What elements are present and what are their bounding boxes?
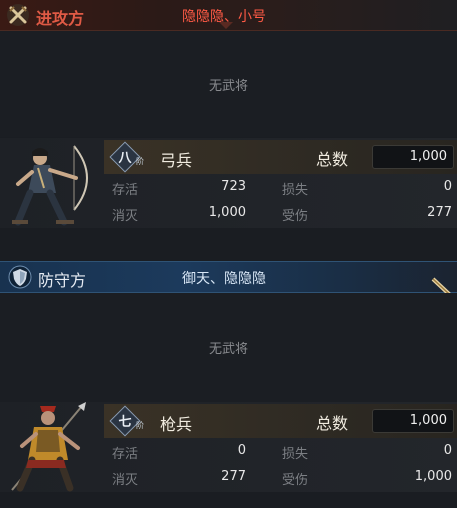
stat-value-lost: 0 (443, 443, 452, 458)
rank-badge: 八 阶 (109, 141, 146, 173)
defend-banner: 防守方 御天、隐隐隐 (0, 261, 457, 293)
rank-suffix: 阶 (136, 157, 144, 166)
stat-label-survived: 存活 (112, 183, 139, 198)
stat-label-lost: 损失 (282, 447, 309, 462)
unit-type: 枪兵 (160, 415, 193, 434)
stat-value-wounded: 277 (427, 205, 452, 220)
unit-type: 弓兵 (160, 151, 193, 170)
defend-unit-header: 七 阶 枪兵 总数 1,000 (104, 404, 457, 438)
stat-label-survived: 存活 (112, 447, 139, 462)
defend-side-label: 防守方 (38, 271, 87, 290)
total-label: 总数 (316, 414, 349, 433)
attack-unit-panel: 八 阶 弓兵 总数 1,000 存活 723 损失 0 消灭 1,000 受伤 … (0, 138, 457, 228)
total-value: 1,000 (409, 149, 447, 164)
stat-value-killed: 1,000 (208, 205, 246, 220)
defend-no-general-text: 无武将 (208, 342, 248, 357)
total-value-box: 1,000 (372, 409, 454, 433)
banner-pointer (219, 22, 233, 29)
attack-no-general-text: 无武将 (208, 78, 248, 94)
rank-suffix: 阶 (136, 421, 144, 430)
defend-unit-panel: 七 阶 枪兵 总数 1,000 存活 0 损失 0 消灭 277 受伤 1,00… (0, 402, 457, 492)
stat-label-wounded: 受伤 (282, 209, 309, 224)
attack-side-label: 进攻方 (36, 9, 85, 28)
stat-value-killed: 277 (221, 469, 246, 484)
stat-value-lost: 0 (443, 179, 452, 194)
archer-portrait (12, 145, 88, 226)
total-label: 总数 (316, 150, 349, 169)
shield-icon (8, 265, 32, 289)
stat-label-killed: 消灭 (112, 209, 139, 224)
defend-general-slot: 无武将 (0, 293, 457, 402)
spearman-portrait (11, 402, 86, 492)
attack-unit-header: 八 阶 弓兵 总数 1,000 (104, 140, 457, 174)
attack-general-slot: 无武将 (0, 31, 457, 137)
stat-value-survived: 723 (221, 179, 246, 194)
stat-value-wounded: 1,000 (414, 469, 452, 484)
total-value: 1,000 (409, 413, 447, 428)
stat-value-survived: 0 (237, 443, 246, 458)
crossed-swords-icon (7, 4, 29, 26)
stat-label-lost: 损失 (282, 183, 309, 198)
stat-label-killed: 消灭 (112, 473, 139, 488)
defend-player-names: 御天、隐隐隐 (182, 271, 266, 287)
rank-badge: 七 阶 (109, 405, 146, 437)
defend-unit-stats: 存活 0 损失 0 消灭 277 受伤 1,000 (104, 439, 457, 492)
rank-number: 七 (118, 415, 132, 430)
total-value-box: 1,000 (372, 145, 454, 169)
stat-label-wounded: 受伤 (282, 473, 309, 488)
rank-number: 八 (118, 151, 132, 166)
attack-unit-stats: 存活 723 损失 0 消灭 1,000 受伤 277 (104, 175, 457, 228)
